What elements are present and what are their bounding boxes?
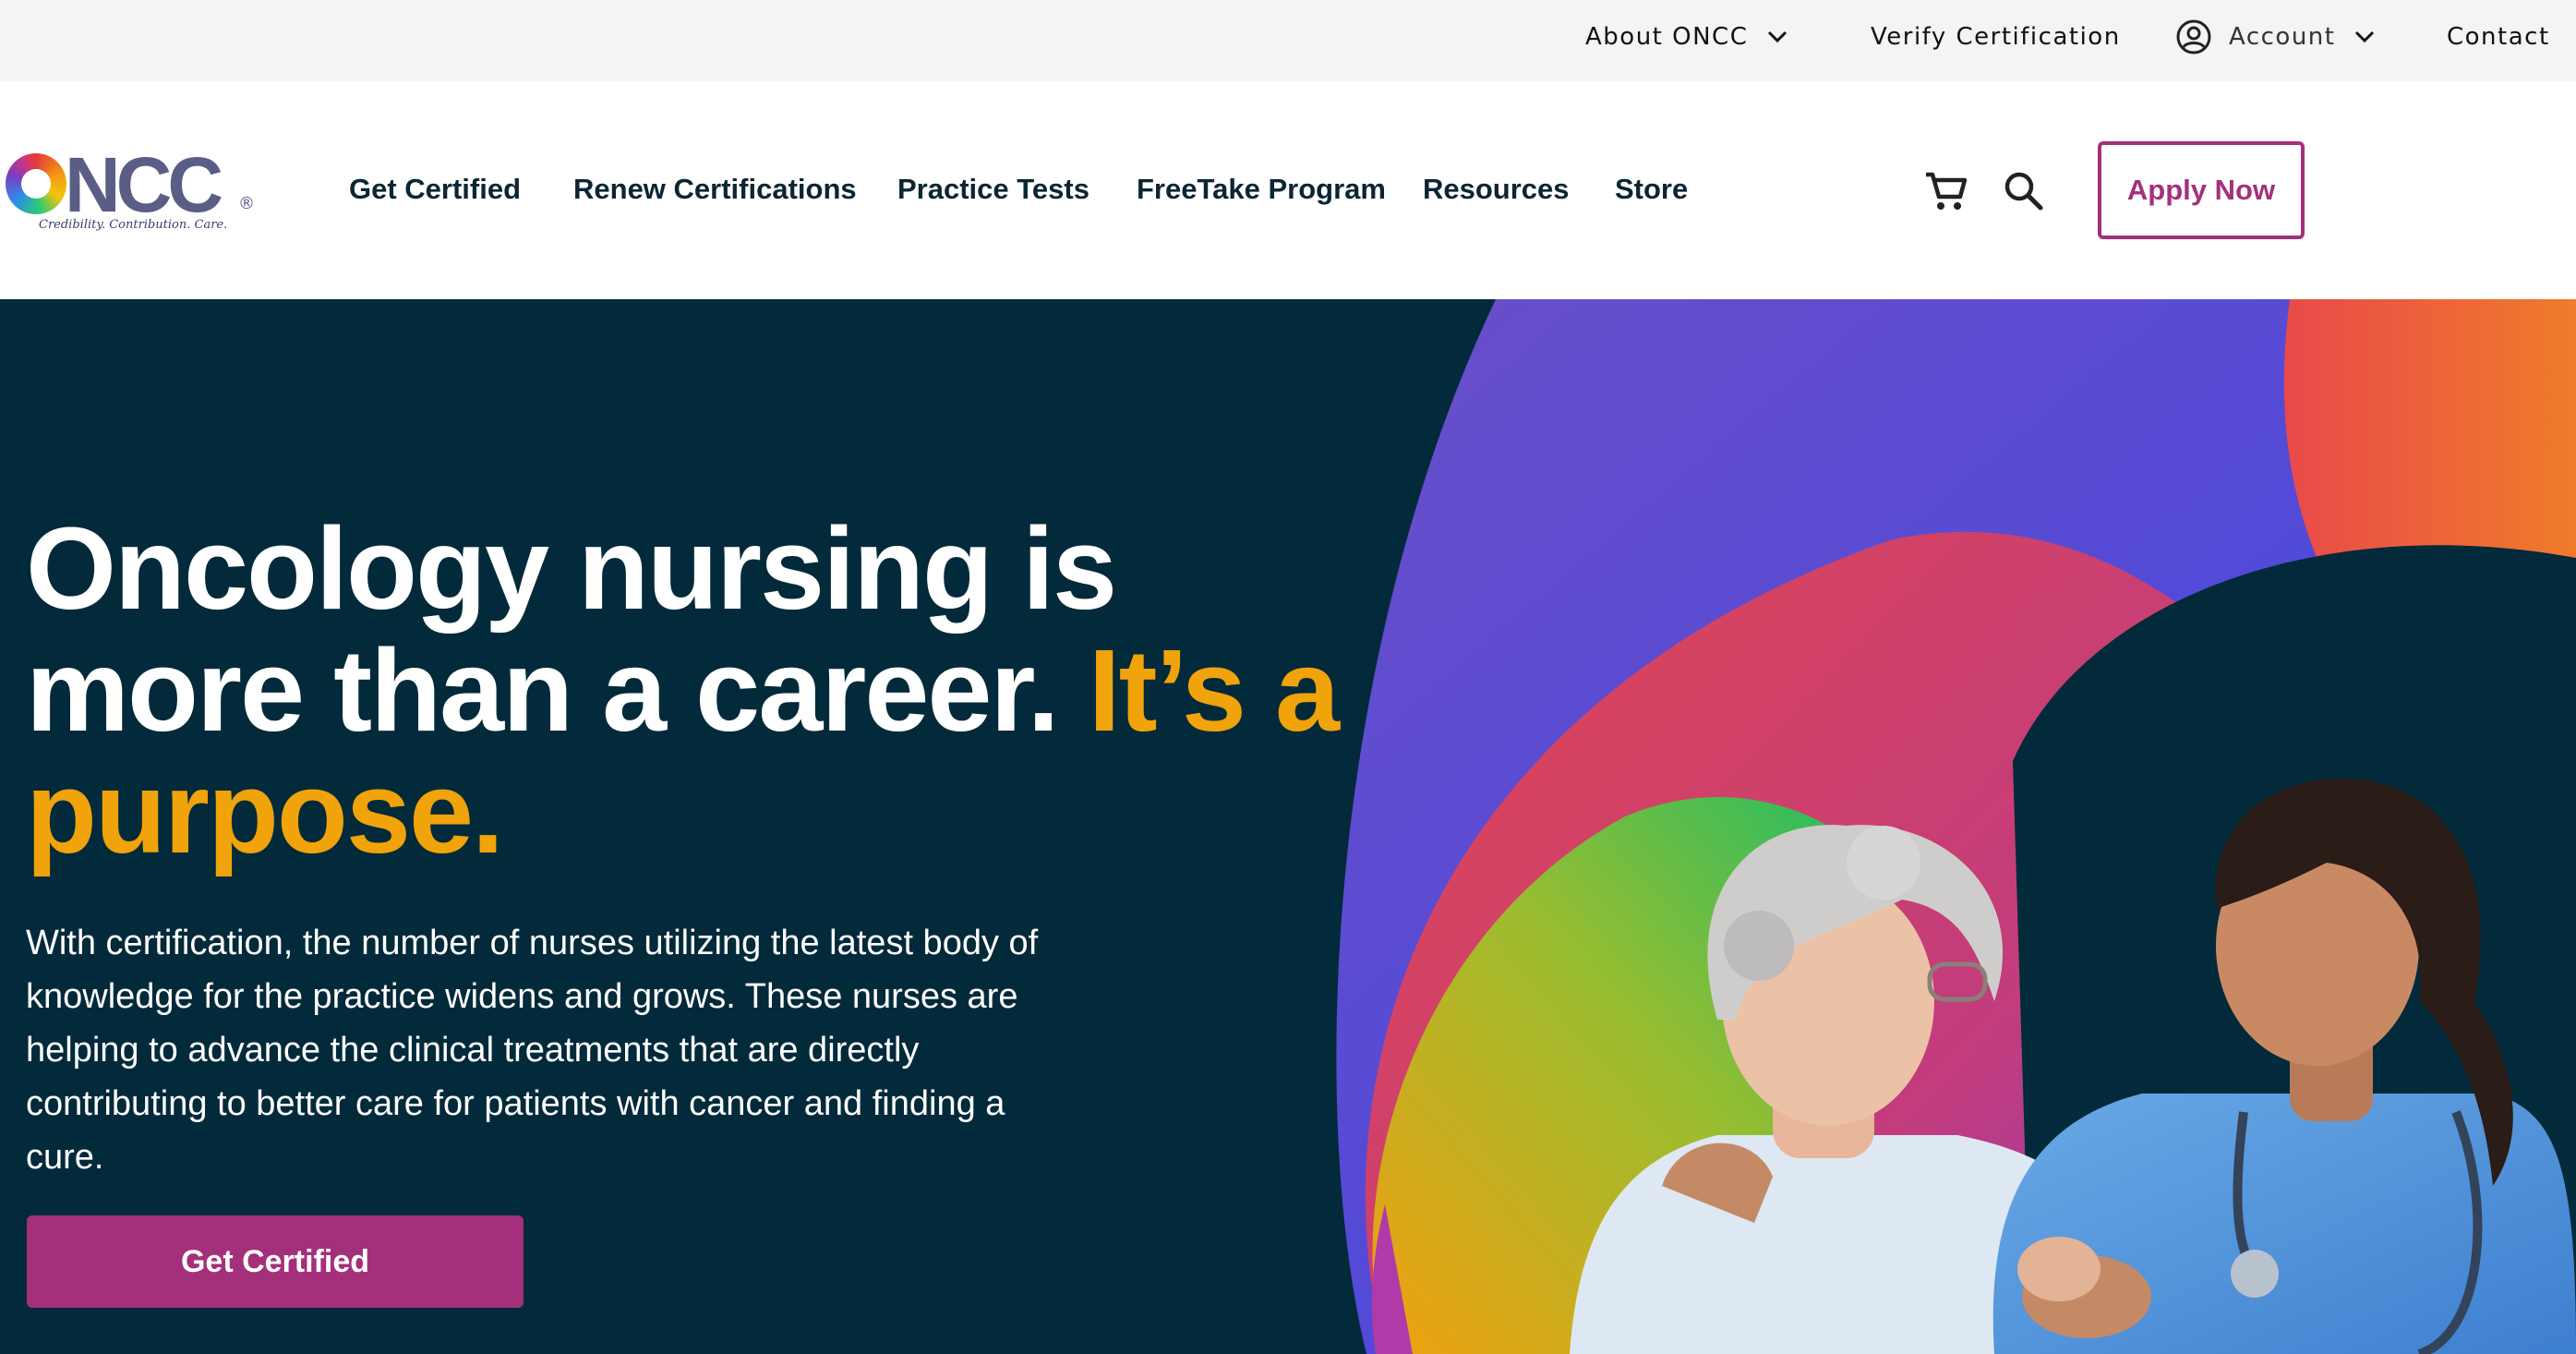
chevron-down-icon	[1768, 30, 1788, 43]
hero-heading-main: Oncology nursing is more than a career.	[26, 503, 1117, 756]
cart-button[interactable]	[1922, 167, 1970, 215]
nav-resources[interactable]: Resources	[1423, 166, 1570, 212]
nav-store[interactable]: Store	[1615, 166, 1688, 212]
user-circle-icon	[2176, 19, 2211, 54]
contact-label: Contact	[2447, 23, 2550, 51]
main-header: NCC ® Credibility. Contribution. Care. G…	[0, 81, 2576, 299]
verify-certification-link[interactable]: Verify Certification	[1871, 0, 2121, 74]
nav-get-certified[interactable]: Get Certified	[349, 166, 521, 212]
about-oncc-label: About ONCC	[1585, 23, 1749, 51]
logo-ring-mark	[6, 153, 66, 214]
logo-registered-mark: ®	[238, 194, 255, 213]
search-button[interactable]	[2000, 167, 2048, 215]
hero-section: Oncology nursing is more than a career. …	[0, 299, 2576, 1354]
chevron-down-icon	[2355, 30, 2375, 43]
get-certified-button[interactable]: Get Certified	[27, 1215, 524, 1308]
nav-renew-certifications[interactable]: Renew Certifications	[573, 166, 857, 212]
shopping-cart-icon	[1926, 172, 1968, 210]
logo-tagline: Credibility. Contribution. Care.	[39, 218, 228, 232]
hero-heading: Oncology nursing is more than a career. …	[26, 508, 1374, 874]
apply-now-button[interactable]: Apply Now	[2098, 141, 2305, 239]
utility-bar: About ONCC Verify Certification Account …	[0, 0, 2576, 81]
account-menu[interactable]: Account	[2175, 0, 2376, 74]
search-icon	[2004, 172, 2043, 211]
account-label: Account	[2229, 23, 2336, 51]
nav-practice-tests[interactable]: Practice Tests	[897, 166, 1089, 212]
verify-certification-label: Verify Certification	[1871, 23, 2121, 51]
logo-wordmark: NCC	[65, 141, 223, 228]
contact-link[interactable]: Contact	[2447, 0, 2550, 74]
oncc-logo[interactable]: NCC ® Credibility. Contribution. Care.	[4, 141, 255, 232]
about-oncc-menu[interactable]: About ONCC	[1585, 0, 1788, 74]
nav-freetake-program[interactable]: FreeTake Program	[1137, 166, 1386, 212]
hero-description: With certification, the number of nurses…	[26, 924, 1039, 1177]
